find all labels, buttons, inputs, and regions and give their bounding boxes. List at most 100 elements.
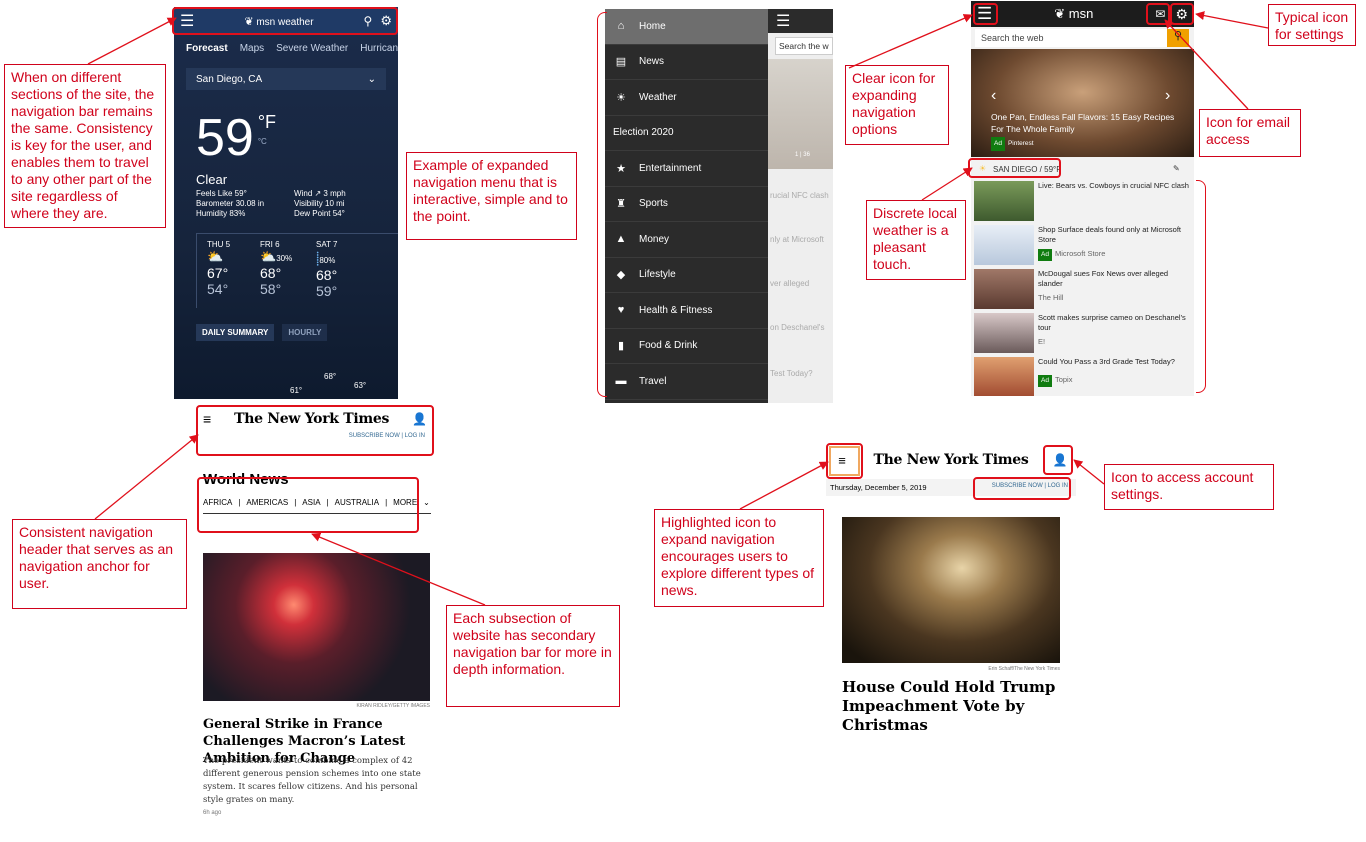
location-select[interactable]: San Diego, CA ⌄ — [186, 68, 386, 90]
search-input[interactable]: Search the web — [975, 29, 1167, 47]
highlight-box — [1146, 3, 1170, 25]
forecast-days: THU 5 ⛅ 67° 54° FRI 6 ⛅30% 68° 58° SAT 7… — [196, 233, 398, 308]
search-icon: ⚲ — [1173, 30, 1183, 42]
news-thumbnail — [974, 313, 1034, 353]
home-icon: ⌂ — [617, 20, 625, 33]
summary: The president wants to combine a complex… — [203, 756, 421, 805]
condition: Clear — [196, 172, 228, 187]
highlight-box — [1170, 3, 1194, 25]
feels-like: Feels Like 59° — [196, 189, 247, 198]
highlight-box — [172, 7, 398, 35]
arrow — [87, 17, 177, 65]
menu-item-lifestyle[interactable]: ◆ Lifestyle — [605, 258, 768, 293]
graph-label: 68° — [324, 372, 337, 381]
highlight-box — [968, 158, 1061, 178]
news-item[interactable]: Live: Bears vs. Cowboys in crucial NFC c… — [974, 181, 1194, 225]
news-item[interactable]: Could You Pass a 3rd Grade Test Today? Ad… — [974, 357, 1194, 396]
news-thumbnail — [974, 225, 1034, 265]
star-icon: ★ — [616, 162, 626, 175]
menu-item-weather[interactable]: ☀ Weather — [605, 80, 768, 116]
tab-severe-weather[interactable]: Severe Weather — [276, 43, 348, 54]
annotation-clear-icon: Clear icon for expanding navigation opti… — [845, 65, 949, 145]
chevron-down-icon: ⌄ — [423, 498, 430, 507]
arrow — [848, 14, 973, 69]
forecast-day[interactable]: THU 5 ⛅ 67° 54° — [196, 234, 256, 308]
annotation-weather-nav: When on different sections of the site, … — [4, 64, 166, 228]
visibility: Visibility 10 mi — [294, 199, 345, 208]
search-button[interactable]: ⚲ — [1167, 29, 1189, 47]
nyt-world-news-screenshot: ≡ The New York Times 👤 SUBSCRIBE NOW | L… — [195, 405, 435, 825]
arrow — [921, 167, 973, 201]
food-icon: ▮ — [617, 340, 625, 353]
news-photo — [203, 553, 430, 701]
chevron-right-icon[interactable]: › — [1165, 87, 1170, 105]
menu-item-entertainment[interactable]: ★ Entertainment — [605, 151, 768, 187]
dew-point: Dew Point 54° — [294, 209, 345, 218]
weather-tabs: Forecast Maps Severe Weather Hurrican — [174, 35, 398, 62]
chart-icon: ▲ — [615, 233, 627, 246]
hamburger-menu-icon[interactable]: ☰ — [768, 9, 833, 33]
news-thumbnail — [974, 357, 1034, 396]
arrow — [1195, 11, 1269, 29]
current-date: Thursday, December 5, 2019 — [830, 483, 927, 492]
side-menu: ⌂ Home ▤ News ☀ Weather Election 2020 ★ Ente… — [605, 9, 768, 403]
msn-home-screenshot: ☰ ❦ msn ✉ ⚙ Search the web ⚲ ‹ › One Pan… — [971, 1, 1194, 396]
chevron-left-icon[interactable]: ‹ — [991, 87, 996, 105]
msn-butterfly-icon: ❦ — [1054, 6, 1066, 21]
menu-item-sports[interactable]: ♜ Sports — [605, 187, 768, 222]
daily-summary-button[interactable]: DAILY SUMMARY — [196, 324, 275, 341]
msn-nav-menu-screenshot: ☰ Search the w 1 | 36 rucial NFC clash n… — [605, 9, 833, 403]
arrow — [94, 434, 199, 520]
sunny-cloud-icon: ⛅ — [260, 249, 277, 264]
pencil-icon[interactable]: ✎ — [1173, 164, 1180, 173]
highlight-box — [973, 3, 998, 25]
tab-hurricane[interactable]: Hurrican — [360, 43, 398, 54]
humidity: Humidity 83% — [196, 209, 246, 218]
annotation-expanded-menu: Example of expanded navigation menu that… — [406, 152, 577, 240]
menu-item-home[interactable]: ⌂ Home — [605, 9, 768, 45]
tab-forecast[interactable]: Forecast — [186, 43, 228, 54]
highlight-box — [196, 405, 434, 456]
menu-item-travel[interactable]: ▬ Travel — [605, 364, 768, 400]
menu-item-news[interactable]: ▤ News — [605, 45, 768, 80]
forecast-day[interactable]: SAT 7 ⸽80% 68° 59° — [312, 234, 368, 308]
sunny-cloud-icon: ⛅ — [207, 249, 224, 264]
arrow — [1073, 459, 1105, 485]
heart-icon: ♥ — [617, 304, 625, 317]
annotation-local-weather: Discrete local weather is a pleasant tou… — [866, 200, 966, 280]
sun-icon: ☀ — [616, 91, 626, 104]
barometer: Barometer 30.08 in — [196, 199, 265, 208]
hero-carousel[interactable]: ‹ › One Pan, Endless Fall Flavors: 15 Ea… — [971, 49, 1194, 157]
news-item[interactable]: McDougal sues Fox News over alleged slan… — [974, 269, 1194, 313]
timestamp: 6h ago — [203, 810, 222, 816]
peek-counter: 1 | 36 — [795, 152, 810, 158]
bracket — [1196, 180, 1206, 393]
hourly-button[interactable]: HOURLY — [282, 324, 328, 341]
menu-item-food-drink[interactable]: ▮ Food & Drink — [605, 329, 768, 364]
tab-maps[interactable]: Maps — [240, 43, 264, 54]
hero-caption: One Pan, Endless Fall Flavors: 15 Easy R… — [991, 112, 1175, 134]
unit-f[interactable]: °F — [258, 112, 276, 133]
news-item[interactable]: Shop Surface deals found only at Microso… — [974, 225, 1194, 269]
unit-c[interactable]: °C — [258, 137, 276, 146]
headline[interactable]: House Could Hold Trump Impeachment Vote … — [842, 678, 1062, 735]
nyt-header: ≡ The New York Times 👤 — [826, 445, 1076, 475]
nyt-logo[interactable]: The New York Times — [854, 452, 1048, 468]
forecast-day[interactable]: FRI 6 ⛅30% 68° 58° — [256, 234, 312, 308]
diamond-icon: ◆ — [616, 269, 626, 282]
annotation-secondary-nav: Each subsection of website has secondary… — [446, 605, 620, 707]
menu-item-money[interactable]: ▲ Money — [605, 222, 768, 258]
wind: Wind ↗ 3 mph — [294, 189, 346, 198]
msn-weather-screenshot: ☰ ❦ msn weather ⚲ ⚙ Forecast Maps Severe… — [174, 7, 398, 399]
news-item[interactable]: Scott makes surprise cameo on Deschanel'… — [974, 313, 1194, 357]
news-thumbnail — [974, 181, 1034, 221]
news-icon: ▤ — [615, 56, 627, 69]
menu-item-election[interactable]: Election 2020 — [605, 116, 768, 151]
chevron-down-icon: ⌄ — [367, 73, 376, 85]
search-input[interactable]: Search the w — [775, 37, 833, 55]
arrow — [739, 461, 829, 510]
highlight-box — [973, 477, 1071, 500]
current-temperature: 59 — [196, 109, 254, 167]
news-photo — [842, 517, 1060, 663]
menu-item-health-fitness[interactable]: ♥ Health & Fitness — [605, 293, 768, 329]
